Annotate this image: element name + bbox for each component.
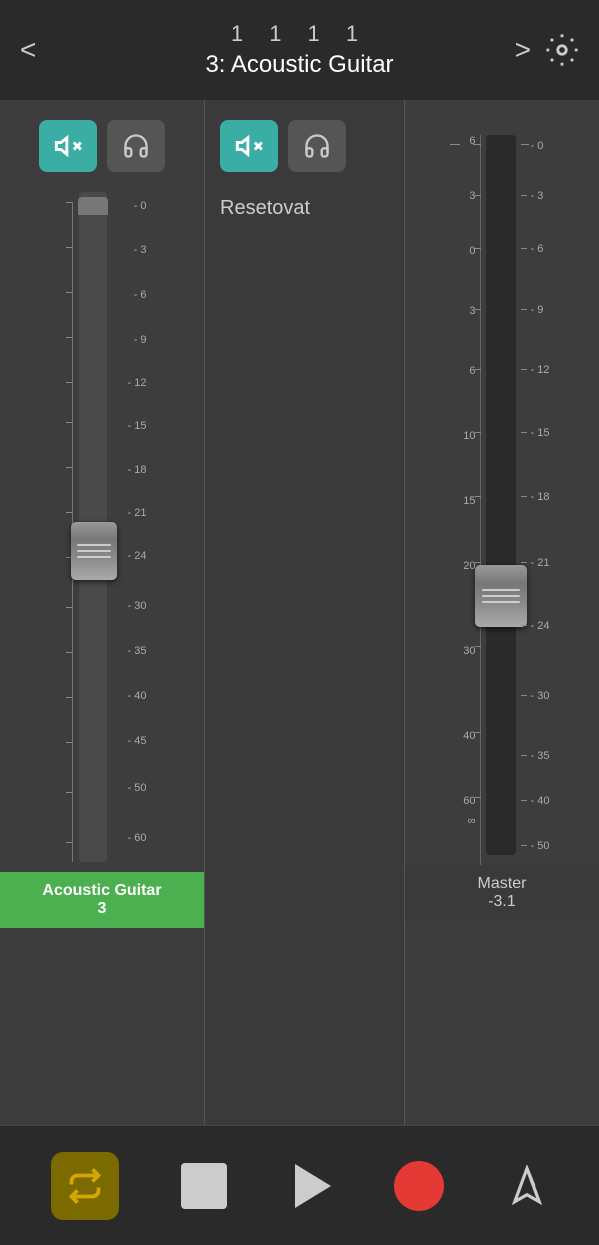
scale-60: - 60 [128,832,147,844]
channel-strip: - 0 - 3 - 6 - 9 - 12 - 15 - 18 - 21 - 24… [0,100,205,1125]
channel-fader-handle[interactable] [71,522,117,580]
loop-button[interactable] [51,1152,119,1220]
toolbar [0,1125,599,1245]
mute-button[interactable] [39,120,97,172]
record-button[interactable] [394,1161,444,1211]
header-right-controls: > [515,33,579,67]
master-strip: 6 3 0 3 6 10 15 20 30 40 60 ∞ [404,100,599,1125]
metronome-icon[interactable] [506,1165,548,1207]
header-numbers: 1 1 1 1 [231,21,368,47]
play-icon[interactable] [295,1164,331,1208]
play-button[interactable] [289,1164,331,1208]
scale-9: - 9 [134,334,147,346]
stop-icon[interactable] [181,1163,227,1209]
scale-50: - 50 [128,782,147,794]
stop-button[interactable] [181,1163,227,1209]
master-fader-track[interactable] [483,135,519,865]
scale-40: - 40 [128,690,147,702]
middle-headphone-button[interactable] [288,120,346,172]
main-content: - 0 - 3 - 6 - 9 - 12 - 15 - 18 - 21 - 24… [0,100,599,1125]
master-fader-area: 6 3 0 3 6 10 15 20 30 40 60 ∞ [405,135,599,865]
resetovat-label[interactable]: Resetovat [220,197,389,220]
channel-scale: - 0 - 3 - 6 - 9 - 12 - 15 - 18 - 21 - 24… [114,192,149,872]
loop-icon[interactable] [51,1152,119,1220]
scale-45: - 45 [128,735,147,747]
scale-18: - 18 [128,464,147,476]
middle-area: Resetovat [205,100,404,1125]
back-button[interactable]: < [20,34,36,66]
scale-35: - 35 [128,645,147,657]
scale-30: - 30 [128,600,147,612]
master-name: Master [415,875,589,893]
master-right-scale: - 0 - 3 - 6 - 9 - 12 - 15 - 18 - 21 - 24… [521,135,559,865]
channel-number: 3 [10,900,194,918]
scale-21: - 21 [128,507,147,519]
middle-mute-button[interactable] [220,120,278,172]
channel-fader-area: - 0 - 3 - 6 - 9 - 12 - 15 - 18 - 21 - 24… [0,192,204,872]
scale-6: - 6 [134,289,147,301]
middle-btn-row [220,120,389,172]
scale-3: - 3 [134,244,147,256]
master-value: -3.1 [415,893,589,911]
scale-24: - 24 [128,550,147,562]
channel-name: Acoustic Guitar [10,882,194,900]
channel-btn-row [39,120,165,172]
master-left-scale: 6 3 0 3 6 10 15 20 30 40 60 ∞ [446,135,481,865]
master-label-area: Master -3.1 [405,865,599,921]
settings-icon[interactable] [545,33,579,67]
forward-button[interactable]: > [515,34,531,66]
scale-0: - 0 [134,200,147,212]
metronome-button[interactable] [506,1165,548,1207]
headphone-button[interactable] [107,120,165,172]
scale-15: - 15 [128,420,147,432]
record-icon[interactable] [394,1161,444,1211]
header: 1 1 1 1 3: Acoustic Guitar < > [0,0,599,100]
channel-fader-track[interactable] [78,192,110,872]
channel-label: Acoustic Guitar 3 [0,872,204,928]
header-title: 3: Acoustic Guitar [205,51,393,79]
master-fader-handle[interactable] [475,565,527,627]
scale-12: - 12 [128,377,147,389]
